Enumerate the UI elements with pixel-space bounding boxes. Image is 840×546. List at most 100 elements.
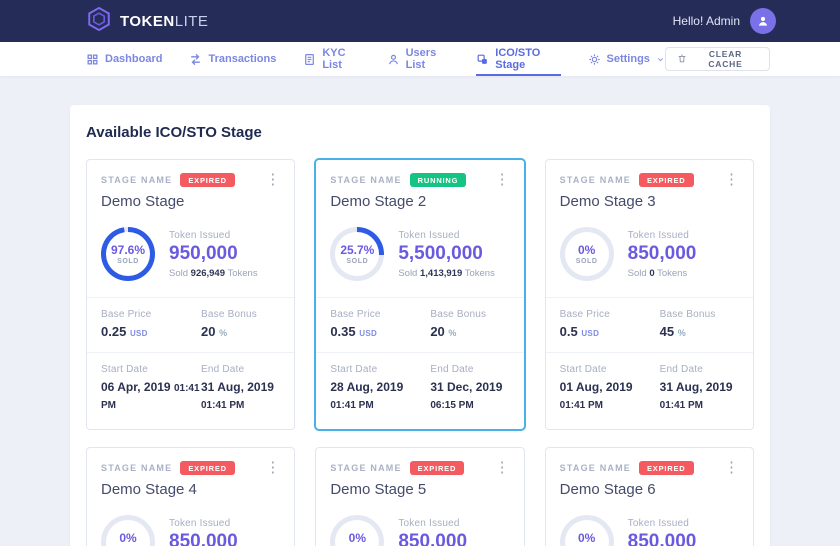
percent-unit: %: [219, 328, 227, 338]
ico-stage-cube-icon: [476, 53, 489, 66]
stage-title: Demo Stage 5: [330, 481, 509, 498]
start-date-value: 06 Apr, 2019 01:41 PM: [101, 379, 201, 413]
user-avatar[interactable]: [750, 8, 776, 34]
stage-title: Demo Stage: [101, 193, 280, 210]
percent-sold-value: 0%: [349, 531, 366, 545]
base-price-label: Base Price: [330, 309, 430, 320]
nav-item-dashboard[interactable]: Dashboard: [86, 42, 162, 76]
token-issued-label: Token Issued: [628, 518, 697, 529]
clear-cache-button[interactable]: CLEAR CACHE: [665, 47, 770, 71]
token-issued-label: Token Issued: [398, 230, 495, 241]
stage-cards-grid: STAGE NAME EXPIRED ⋮ Demo Stage 97.6% SO…: [86, 159, 754, 546]
stage-name-label: STAGE NAME: [560, 463, 631, 473]
trash-icon: [677, 53, 687, 66]
start-date-value: 01 Aug, 2019 01:41 PM: [560, 379, 660, 413]
base-bonus-label: Base Bonus: [430, 309, 509, 320]
base-bonus-value: 45 %: [660, 324, 739, 339]
base-bonus-value: 20 %: [201, 324, 280, 339]
start-date-value: 28 Aug, 2019 01:41 PM: [330, 379, 430, 413]
page-title: Available ICO/STO Stage: [86, 124, 754, 141]
token-issued-label: Token Issued: [398, 518, 467, 529]
chevron-down-icon: [656, 55, 665, 64]
nav-label: Settings: [607, 53, 650, 65]
end-date-label: End Date: [660, 364, 739, 375]
top-header: TOKENLITE Hello! Admin: [0, 0, 840, 42]
sold-ring-label: SOLD: [576, 258, 598, 265]
nav-label: Users List: [406, 47, 450, 71]
stage-title: Demo Stage 4: [101, 481, 280, 498]
sold-prefix: Sold: [398, 268, 417, 279]
main-nav: Dashboard Transactions KYC List Users Li…: [0, 42, 840, 76]
stage-name-label: STAGE NAME: [330, 175, 401, 185]
start-date-label: Start Date: [560, 364, 660, 375]
main-content: Available ICO/STO Stage STAGE NAME EXPIR…: [0, 76, 840, 546]
nav-label: Transactions: [208, 53, 276, 65]
nav-item-users-list[interactable]: Users List: [387, 42, 450, 76]
more-options-icon[interactable]: ⋮: [265, 174, 280, 186]
token-issued-value: 5,500,000: [398, 243, 495, 265]
kyc-document-icon: [303, 53, 316, 66]
stage-title: Demo Stage 2: [330, 193, 509, 210]
token-issued-value: 850,000: [628, 531, 697, 546]
percent-unit: %: [678, 328, 686, 338]
nav-item-ico-sto-stage[interactable]: ICO/STO Stage: [476, 42, 560, 76]
token-issued-value: 950,000: [169, 243, 258, 265]
token-issued-label: Token Issued: [169, 230, 258, 241]
stage-card-demo-stage: STAGE NAME EXPIRED ⋮ Demo Stage 97.6% SO…: [86, 159, 295, 430]
token-issued-value: 850,000: [628, 243, 697, 265]
percent-unit: %: [448, 328, 456, 338]
clear-cache-label: CLEAR CACHE: [693, 49, 758, 69]
nav-item-kyc-list[interactable]: KYC List: [303, 42, 359, 76]
stage-card-demo-stage-6: STAGE NAME EXPIRED ⋮ Demo Stage 6 0% SOL…: [545, 447, 754, 546]
brand-hexagon-icon: [86, 6, 112, 37]
stage-name-label: STAGE NAME: [101, 175, 172, 185]
token-issued-value: 850,000: [398, 531, 467, 546]
token-issued-label: Token Issued: [628, 230, 697, 241]
nav-item-settings[interactable]: Settings: [588, 42, 665, 76]
usd-unit: USD: [581, 329, 599, 338]
end-date-value: 31 Aug, 2019 01:41 PM: [660, 379, 739, 413]
more-options-icon[interactable]: ⋮: [495, 174, 510, 186]
more-options-icon[interactable]: ⋮: [265, 462, 280, 474]
sold-progress-ring: 0% SOLD: [560, 227, 614, 281]
sold-tokens-value: 0: [649, 268, 654, 279]
base-price-value: 0.35 USD: [330, 324, 430, 339]
percent-sold-value: 97.6%: [111, 243, 145, 257]
stage-title: Demo Stage 3: [560, 193, 739, 210]
sold-progress-ring: 0% SOLD: [330, 515, 384, 546]
stage-card-demo-stage-5: STAGE NAME EXPIRED ⋮ Demo Stage 5 0% SOL…: [315, 447, 524, 546]
nav-item-transactions[interactable]: Transactions: [189, 42, 276, 76]
status-badge: EXPIRED: [639, 173, 694, 187]
more-options-icon[interactable]: ⋮: [495, 462, 510, 474]
tokens-suffix: Tokens: [657, 268, 687, 279]
base-price-label: Base Price: [560, 309, 660, 320]
stage-name-label: STAGE NAME: [101, 463, 172, 473]
settings-gear-icon: [588, 53, 601, 66]
sold-progress-ring: 0% SOLD: [560, 515, 614, 546]
status-badge: RUNNING: [410, 173, 467, 187]
sold-ring-label: SOLD: [117, 258, 139, 265]
brand-logo[interactable]: TOKENLITE: [86, 6, 208, 37]
base-price-value: 0.25 USD: [101, 324, 201, 339]
base-price-label: Base Price: [101, 309, 201, 320]
sold-ring-label: SOLD: [346, 258, 368, 265]
percent-sold-value: 0%: [119, 531, 136, 545]
user-icon: [387, 53, 400, 66]
more-options-icon[interactable]: ⋮: [724, 462, 739, 474]
base-bonus-label: Base Bonus: [660, 309, 739, 320]
sold-tokens-line: Sold 1,413,919 Tokens: [398, 268, 495, 279]
more-options-icon[interactable]: ⋮: [724, 174, 739, 186]
end-date-value: 31 Aug, 2019 01:41 PM: [201, 379, 280, 413]
end-date-value: 31 Dec, 2019 06:15 PM: [430, 379, 509, 413]
usd-unit: USD: [130, 329, 148, 338]
percent-sold-value: 0%: [578, 243, 595, 257]
stage-name-label: STAGE NAME: [330, 463, 401, 473]
nav-label: Dashboard: [105, 53, 162, 65]
sold-progress-ring: 0% SOLD: [101, 515, 155, 546]
sold-tokens-line: Sold 0 Tokens: [628, 268, 697, 279]
start-date-label: Start Date: [330, 364, 430, 375]
percent-sold-value: 25.7%: [340, 243, 374, 257]
stage-name-label: STAGE NAME: [560, 175, 631, 185]
transactions-swap-icon: [189, 53, 202, 66]
tokens-suffix: Tokens: [227, 268, 257, 279]
